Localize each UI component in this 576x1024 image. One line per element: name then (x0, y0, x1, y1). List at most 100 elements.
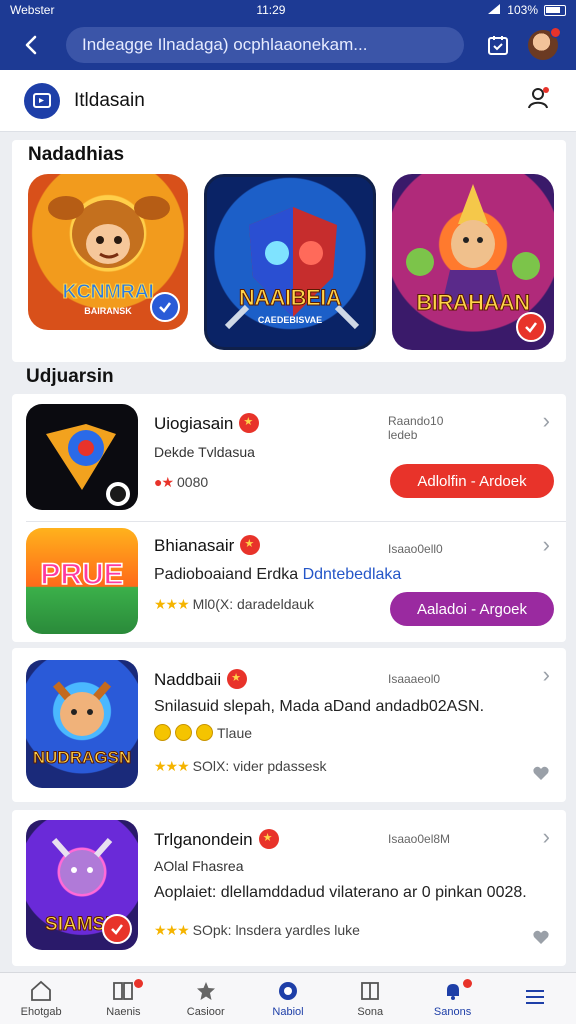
nav-item-menu[interactable] (494, 973, 576, 1024)
app-icon (26, 404, 138, 510)
notification-dot (133, 979, 143, 988)
nav-label: Naenis (106, 1006, 141, 1018)
calendar-icon (488, 36, 508, 55)
chevron-right-icon[interactable]: › (543, 824, 550, 850)
carrier-label: Webster (10, 3, 55, 17)
brand-name: Itldasain (74, 89, 145, 111)
badge-icon (258, 828, 279, 849)
app-card[interactable]: SIAMSN Trlganondein AOlal Fhasrea Aoplai… (12, 810, 566, 966)
brand-logo (24, 82, 60, 119)
emoji-row: Tlaue (154, 724, 252, 741)
app-meta: Isaao0ell0 (388, 542, 443, 556)
list-item[interactable]: Uiogiasain Dekde Tvldasua ●★0080 Raando1… (12, 394, 566, 520)
game-art-icon (46, 424, 130, 506)
compass-icon (278, 982, 297, 1000)
app-card[interactable]: NUDRAGSN Naddbaii Snilasuid slepah, Mada… (12, 648, 566, 802)
nav-label: Casioor (186, 1006, 225, 1018)
app-name: Trlganondein (154, 828, 279, 851)
nav-item-library[interactable]: Naenis (82, 973, 164, 1024)
app-action-button[interactable]: Adlolfin - Ardoek (390, 464, 554, 498)
stars-icon: ★★★ (154, 922, 190, 938)
bell-icon (446, 984, 459, 1000)
stars-icon: ★★★ (154, 596, 190, 612)
heart-icon[interactable] (532, 764, 550, 782)
emoji-icon (196, 724, 213, 741)
chevron-right-icon[interactable]: › (543, 408, 550, 434)
emoji-icon (154, 724, 171, 741)
clock: 11:29 (256, 3, 286, 17)
featured-tile[interactable]: KCNMRAI BAIRANSK (28, 174, 188, 330)
chevron-right-icon[interactable]: › (543, 662, 550, 688)
notification-dot (550, 27, 561, 38)
description-link: Ddntebedlaka (302, 566, 402, 583)
checkmark-icon (516, 312, 546, 342)
emoji-icon (175, 724, 192, 741)
home-icon (31, 980, 52, 1001)
library-icon (113, 982, 134, 1000)
list-item[interactable]: PRUE Bhianasair Padioboaiand Erdka Ddnte… (12, 522, 566, 642)
user-icon (528, 87, 549, 109)
menu-icon (525, 990, 544, 1004)
battery-label: 103% (507, 3, 538, 17)
featured-tile[interactable]: BIRAHAAN (392, 174, 554, 350)
book-icon (361, 982, 380, 1000)
nav-label: Nabiol (272, 1006, 304, 1018)
badge-icon (240, 534, 261, 555)
app-description: Snilasuid slepah, Mada aDand andadb02ASN… (154, 698, 485, 715)
user-button[interactable] (526, 85, 552, 116)
nav-label: Sona (357, 1006, 384, 1018)
nav-item-books[interactable]: Sona (329, 973, 411, 1024)
game-art-icon (52, 681, 112, 736)
updates-title: Udjuarsin (26, 366, 114, 387)
flag-icon (33, 92, 51, 108)
checkmark-icon (150, 292, 180, 322)
heart-icon[interactable] (532, 928, 550, 946)
tile-subtitle: CAEDEBISVAE (257, 315, 323, 325)
badge-icon (227, 668, 248, 689)
app-name: Bhianasair (154, 534, 261, 557)
nav-item-notifications[interactable]: Sanons (411, 973, 493, 1024)
bottom-nav: Ehotgab Naenis Casioor Nabiol Sona Sanon… (0, 972, 576, 1024)
app-rating: ★★★ SOlX: vider pdassesk (154, 758, 327, 774)
status-icons: 103% (487, 3, 566, 18)
chevron-right-icon[interactable]: › (543, 532, 550, 558)
nav-item-categories[interactable]: Casioor (165, 973, 247, 1024)
app-bar: Indeagge Ilnadaga) ocphlaaonekam... (0, 20, 576, 70)
status-bar: Webster 11:29 103% (0, 0, 576, 20)
app-subtitle: Dekde Tvldasua (154, 444, 255, 460)
app-icon: NUDRAGSN (26, 660, 138, 788)
app-icon: SIAMSN (26, 820, 138, 950)
app-meta: Isaaaeol0 (388, 672, 441, 686)
notification-dot (462, 979, 472, 988)
app-icon: PRUE (26, 528, 138, 634)
nav-label: Sanons (433, 1006, 472, 1018)
avatar[interactable] (528, 27, 561, 60)
nav-item-active[interactable]: Nabiol (247, 973, 329, 1024)
heart-star-icon: ●★ (154, 474, 174, 490)
app-meta: Raando10 ledeb (388, 414, 444, 442)
app-description: Aoplaiet: dlellamddadud vilaterano ar 0 … (154, 884, 527, 901)
battery-icon (544, 4, 566, 16)
stars-icon: ★★★ (154, 758, 190, 774)
nav-item-home[interactable]: Ehotgab (0, 973, 82, 1024)
app-rating: ●★ 0080 (154, 474, 209, 490)
signal-icon (487, 3, 501, 18)
page-header: Itldasain (0, 70, 576, 132)
updates-card: Uiogiasain Dekde Tvldasua ●★0080 Raando1… (12, 394, 566, 642)
app-rating: ★★★ Ml0(X: daradeldauk (154, 596, 315, 612)
app-subtitle: AOlal Fhasrea (154, 858, 244, 874)
featured-tile[interactable]: NAAIBEIA CAEDEBISVAE (204, 174, 376, 350)
checkmark-icon (102, 914, 132, 944)
calendar-button[interactable] (480, 27, 516, 63)
chevron-left-icon (25, 35, 37, 55)
nav-label: Ehotgab (20, 1006, 62, 1018)
back-button[interactable] (12, 25, 52, 65)
featured-title: Nadadhias (28, 144, 125, 165)
tile-title: NAAIBEIA (238, 285, 342, 311)
app-action-button[interactable]: Aaladoi - Argoek (390, 592, 554, 626)
search-input[interactable]: Indeagge Ilnadaga) ocphlaaonekam... (66, 27, 464, 63)
badge-icon (239, 412, 260, 433)
app-meta: Isaao0el8M (388, 832, 451, 846)
app-description: Padioboaiand Erdka Ddntebedlaka (154, 566, 402, 583)
star-icon (196, 982, 215, 1000)
